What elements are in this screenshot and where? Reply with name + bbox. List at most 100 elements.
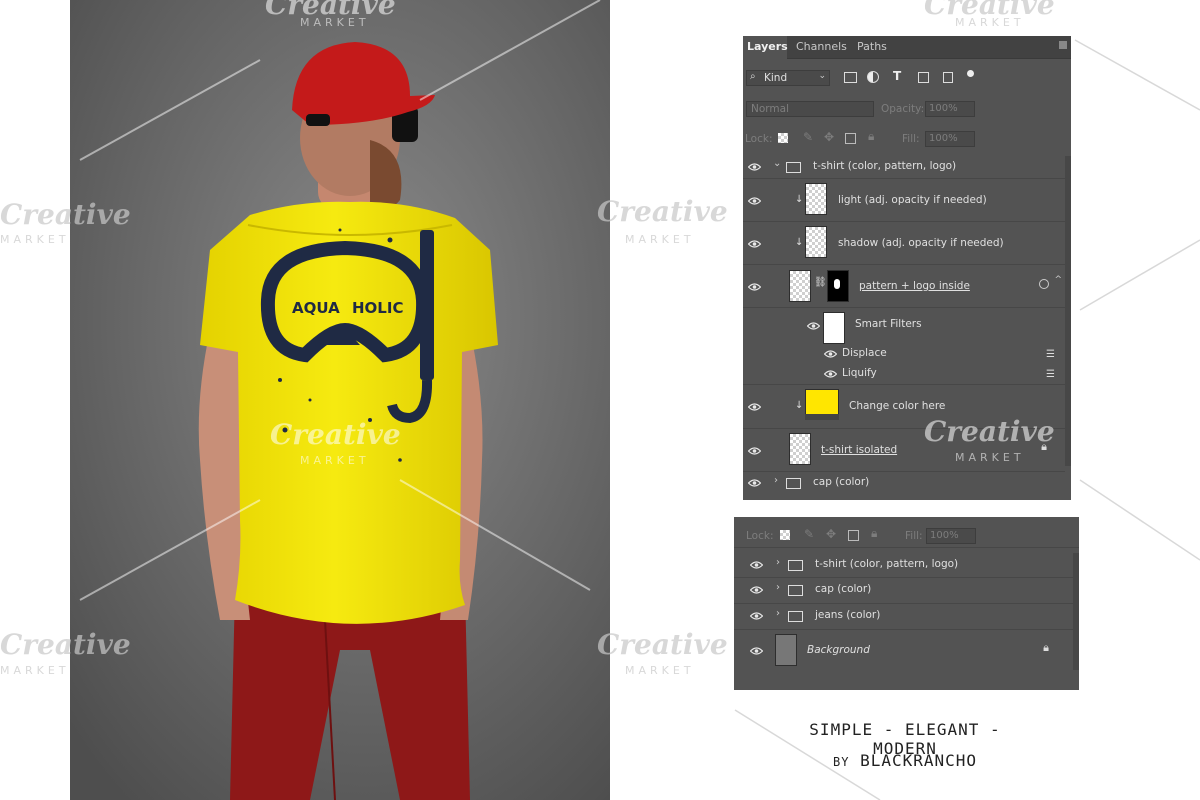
- layer-label: t-shirt (color, pattern, logo): [813, 160, 957, 172]
- layer-pattern-logo[interactable]: ⛓︎ pattern + logo inside ^: [743, 265, 1065, 308]
- smart-object-filter-icon[interactable]: [943, 72, 953, 83]
- lock-brush-icon[interactable]: ✎: [804, 527, 814, 541]
- search-icon: ⌕: [750, 71, 756, 82]
- chevron-right-icon[interactable]: ›: [776, 582, 780, 593]
- mockup-illustration: AQUA HOLIC: [70, 0, 610, 800]
- clipping-arrow-icon: ↓: [795, 400, 804, 411]
- layer-label: Smart Filters: [855, 318, 922, 330]
- layer-light[interactable]: ↓ light (adj. opacity if needed): [743, 179, 1065, 222]
- watermark-logo: Creative: [597, 195, 728, 228]
- filter-kind-select[interactable]: ⌕ Kind ⌄: [746, 70, 830, 86]
- visibility-eye-icon[interactable]: [748, 283, 761, 291]
- filter-options-icon[interactable]: ☰: [1046, 349, 1055, 360]
- t-shirt: [200, 201, 498, 624]
- type-filter-icon[interactable]: T: [893, 69, 901, 83]
- layer-label: Liquify: [842, 367, 877, 379]
- blend-mode-select[interactable]: Normal: [746, 101, 874, 117]
- layer-thumbnail: [805, 183, 827, 215]
- visibility-eye-icon[interactable]: [824, 350, 837, 358]
- visibility-eye-icon[interactable]: [748, 163, 761, 171]
- pixel-filter-icon[interactable]: [844, 72, 857, 83]
- layer-label: Background: [807, 644, 870, 656]
- layer-label: Displace: [842, 347, 887, 359]
- filter-displace[interactable]: Displace ☰: [743, 344, 1065, 364]
- filter-liquify[interactable]: Liquify ☰: [743, 364, 1065, 385]
- layer-shadow[interactable]: ↓ shadow (adj. opacity if needed): [743, 222, 1065, 265]
- lock-transparent-icon[interactable]: [778, 133, 788, 143]
- fill-value: 100%: [929, 133, 958, 144]
- layer-group-tshirt[interactable]: ⌄ t-shirt (color, pattern, logo): [743, 156, 1065, 179]
- lock-artboard-icon[interactable]: [848, 530, 859, 541]
- visibility-eye-icon[interactable]: [748, 403, 761, 411]
- lock-icon: 🔒︎: [1043, 641, 1049, 654]
- lock-label: Lock:: [745, 133, 773, 145]
- clipping-arrow-icon: ↓: [795, 194, 804, 205]
- panel-menu-icon[interactable]: [1059, 41, 1067, 49]
- lock-all-icon[interactable]: 🔒︎: [868, 129, 874, 144]
- smart-filter-mask-thumbnail: [823, 312, 845, 344]
- layer-group-cap[interactable]: › cap (color): [743, 472, 1065, 494]
- visibility-eye-icon[interactable]: [748, 197, 761, 205]
- print-text-left: AQUA: [292, 299, 340, 317]
- shape-filter-icon[interactable]: [918, 72, 929, 83]
- lock-move-icon[interactable]: ✥: [826, 527, 836, 541]
- layer-group-tshirt[interactable]: › t-shirt (color, pattern, logo): [734, 553, 1073, 578]
- visibility-eye-icon[interactable]: [748, 479, 761, 487]
- layer-label: Change color here: [849, 400, 946, 412]
- watermark-sub: MARKET: [0, 664, 70, 677]
- author-name: BLACKRANCHO: [860, 751, 978, 770]
- chevron-right-icon[interactable]: ›: [776, 557, 780, 568]
- opacity-label: Opacity:: [881, 103, 925, 115]
- watermark-sub: MARKET: [625, 233, 695, 246]
- adjustment-filter-icon[interactable]: [867, 71, 879, 83]
- chevron-right-icon[interactable]: ›: [774, 475, 778, 486]
- watermark-logo: Creative: [0, 628, 131, 661]
- lock-all-icon[interactable]: 🔒︎: [871, 526, 877, 541]
- fill-field[interactable]: 100%: [926, 528, 976, 544]
- visibility-eye-icon[interactable]: [750, 647, 763, 655]
- visibility-eye-icon[interactable]: [748, 447, 761, 455]
- folder-icon: [788, 560, 803, 571]
- visibility-eye-icon[interactable]: [748, 240, 761, 248]
- layers-scrollbar[interactable]: [1073, 553, 1079, 670]
- lock-row: Lock: ✎ ✥ 🔒︎ Fill: 100%: [743, 128, 1071, 150]
- opacity-field[interactable]: 100%: [925, 101, 975, 117]
- filter-options-icon[interactable]: ☰: [1046, 369, 1055, 380]
- tab-layers[interactable]: Layers: [743, 36, 792, 58]
- fill-swatch-bar: [805, 414, 839, 420]
- watermark-sub: MARKET: [300, 16, 370, 29]
- layer-thumbnail: [789, 433, 811, 465]
- layer-group-jeans[interactable]: › jeans (color): [734, 604, 1073, 630]
- watermark-sub: MARKET: [625, 664, 695, 677]
- lock-artboard-icon[interactable]: [845, 133, 856, 144]
- tab-channels[interactable]: Channels: [796, 40, 847, 53]
- filter-toggle-icon[interactable]: [967, 70, 974, 77]
- link-icon[interactable]: ⛓︎: [814, 277, 827, 288]
- blend-row: Normal Opacity: 100%: [743, 98, 1071, 120]
- filter-kind-value: Kind: [764, 72, 788, 84]
- fill-field[interactable]: 100%: [925, 131, 975, 147]
- layers-scrollbar[interactable]: [1065, 156, 1071, 466]
- visibility-eye-icon[interactable]: [807, 322, 820, 330]
- color-fill-thumbnail[interactable]: [805, 389, 839, 415]
- watermark-sub: MARKET: [300, 454, 370, 467]
- layers-panel-collapsed: Lock: ✎ ✥ 🔒︎ Fill: 100% › t-shirt (color…: [734, 517, 1079, 690]
- layer-group-cap[interactable]: › cap (color): [734, 578, 1073, 604]
- visibility-eye-icon[interactable]: [750, 612, 763, 620]
- chevron-down-icon[interactable]: ⌄: [773, 158, 781, 169]
- lock-transparent-icon[interactable]: [780, 530, 790, 540]
- watermark-logo: Creative: [270, 418, 401, 451]
- visibility-eye-icon[interactable]: [824, 370, 837, 378]
- lock-move-icon[interactable]: ✥: [824, 130, 834, 144]
- layer-label: shadow (adj. opacity if needed): [838, 237, 1004, 249]
- layer-background[interactable]: Background 🔒︎: [734, 630, 1073, 670]
- tab-paths[interactable]: Paths: [857, 40, 887, 53]
- chevron-up-icon[interactable]: ^: [1054, 275, 1062, 285]
- visibility-eye-icon[interactable]: [750, 586, 763, 594]
- visibility-eye-icon[interactable]: [750, 561, 763, 569]
- smart-filters-row[interactable]: Smart Filters: [743, 308, 1065, 344]
- opacity-value: 100%: [929, 103, 958, 114]
- chevron-right-icon[interactable]: ›: [776, 608, 780, 619]
- lock-brush-icon[interactable]: ✎: [803, 130, 813, 144]
- mockup-photo: AQUA HOLIC: [70, 0, 610, 800]
